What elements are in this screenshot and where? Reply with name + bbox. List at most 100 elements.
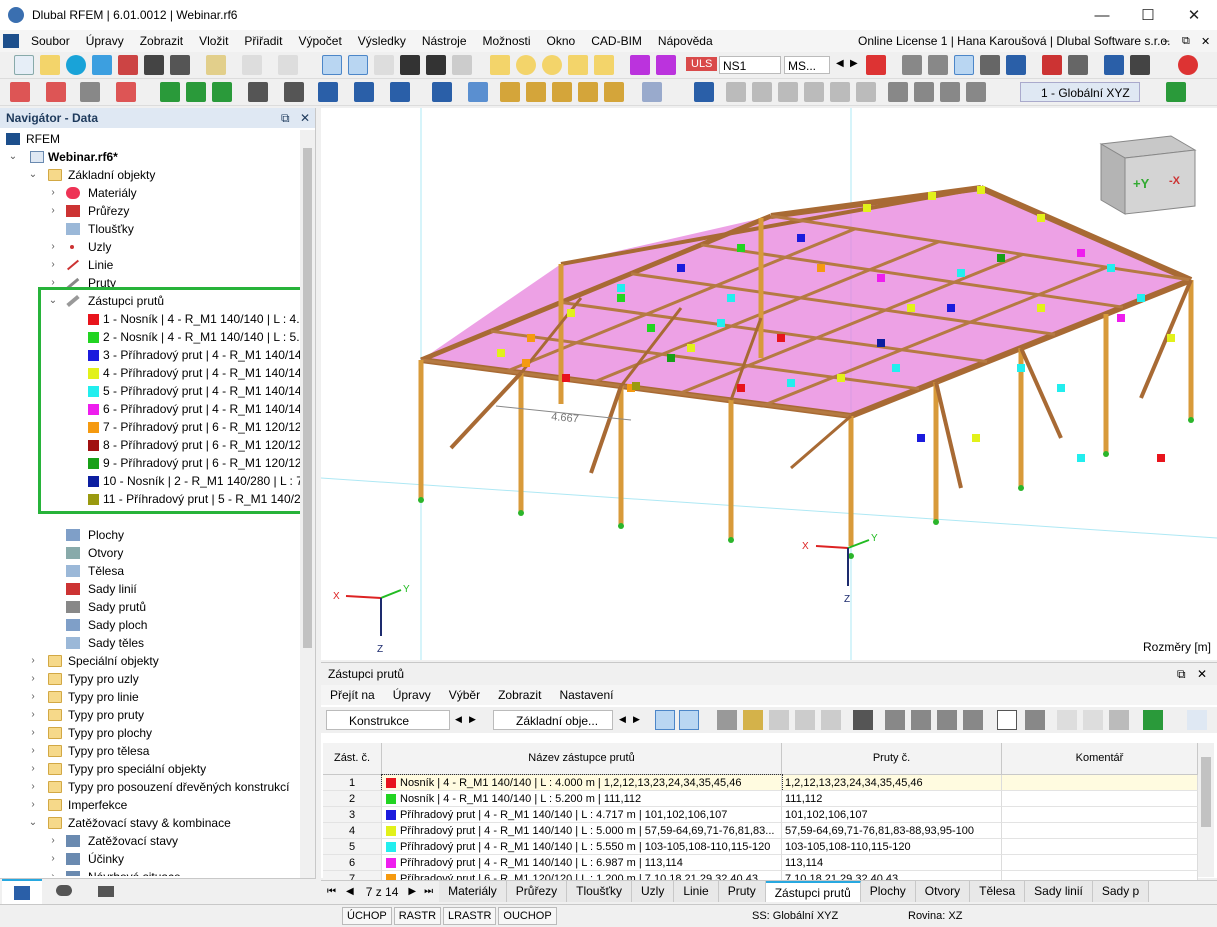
rotate-icon[interactable] bbox=[830, 82, 850, 102]
table-move-icon[interactable] bbox=[821, 710, 841, 730]
view-settings-icon[interactable] bbox=[1166, 82, 1186, 102]
member-marker[interactable] bbox=[777, 334, 785, 342]
comment-cell[interactable] bbox=[1002, 807, 1198, 823]
panel-pin-icon[interactable]: ⧉ bbox=[1177, 667, 1186, 682]
member-marker[interactable] bbox=[1117, 314, 1125, 322]
comment-cell[interactable] bbox=[1002, 839, 1198, 855]
rep-name-cell[interactable]: Příhradový prut | 4 - R_M1 140/140 | L :… bbox=[382, 855, 782, 871]
load-node-icon[interactable] bbox=[318, 82, 338, 102]
navigator-close-icon[interactable]: ✕ bbox=[300, 111, 310, 125]
member-icon[interactable] bbox=[80, 82, 100, 102]
tree-item[interactable]: Otvory bbox=[0, 544, 300, 562]
member-marker[interactable] bbox=[667, 354, 675, 362]
navigator-pin-icon[interactable]: ⧉ bbox=[281, 111, 290, 126]
expand-icon[interactable]: › bbox=[28, 706, 38, 724]
rep-name-cell[interactable]: Příhradový prut | 4 - R_M1 140/140 | L :… bbox=[382, 807, 782, 823]
members-cell[interactable]: 113,114 bbox=[782, 855, 1002, 871]
table-cols-icon[interactable] bbox=[717, 710, 737, 730]
expand-icon[interactable]: › bbox=[48, 832, 58, 850]
delete-icon[interactable] bbox=[853, 710, 873, 730]
menu-vlozit[interactable]: Vložit bbox=[191, 34, 236, 48]
save-icon[interactable] bbox=[144, 55, 164, 75]
member-marker[interactable] bbox=[522, 359, 530, 367]
diag-line-icon[interactable] bbox=[856, 82, 876, 102]
support-marker[interactable] bbox=[518, 510, 524, 516]
tree-folder[interactable]: › Typy pro pruty bbox=[0, 706, 300, 724]
result-solid-icon[interactable] bbox=[604, 82, 624, 102]
distribute-icon[interactable] bbox=[914, 82, 934, 102]
redo-icon[interactable] bbox=[278, 55, 298, 75]
tree-folder[interactable]: › Typy pro tělesa bbox=[0, 742, 300, 760]
loads-icon[interactable] bbox=[630, 55, 650, 75]
table-row[interactable]: 1 Nosník | 4 - R_M1 140/140 | L : 4.000 … bbox=[323, 774, 1198, 792]
menu-priradit[interactable]: Přiřadit bbox=[236, 34, 290, 48]
panel-menu-edit[interactable]: Úpravy bbox=[384, 688, 440, 702]
table-tab[interactable]: Tloušťky bbox=[567, 881, 632, 902]
fx-bold-icon[interactable] bbox=[1109, 710, 1129, 730]
menu-vysledky[interactable]: Výsledky bbox=[350, 34, 414, 48]
table-tab[interactable]: Zástupci prutů bbox=[765, 881, 861, 902]
tree-item[interactable]: Sady linií bbox=[0, 580, 300, 598]
next-page-icon[interactable]: ▶ bbox=[408, 886, 416, 897]
result-surface-icon[interactable] bbox=[578, 82, 598, 102]
support-marker[interactable] bbox=[1188, 417, 1194, 423]
link-icon[interactable] bbox=[885, 710, 905, 730]
decimals-icon[interactable] bbox=[1187, 710, 1207, 730]
list-icon[interactable] bbox=[374, 55, 394, 75]
member-marker[interactable] bbox=[977, 186, 985, 194]
support-marker[interactable] bbox=[618, 523, 624, 529]
table-tab[interactable]: Uzly bbox=[631, 881, 675, 902]
tree-load-item[interactable]: › Účinky bbox=[0, 850, 300, 868]
expand-icon[interactable]: › bbox=[28, 760, 38, 778]
expand-icon[interactable]: › bbox=[28, 778, 38, 796]
expand-icon[interactable]: › bbox=[48, 202, 58, 220]
wave-icon[interactable] bbox=[752, 82, 772, 102]
comment-cell[interactable] bbox=[1002, 855, 1198, 871]
member-marker[interactable] bbox=[928, 192, 936, 200]
numbers-icon[interactable] bbox=[980, 55, 1000, 75]
next-arrow-icon[interactable]: ▶ bbox=[850, 58, 858, 69]
first-page-icon[interactable]: ⏮ bbox=[327, 886, 336, 897]
select-in-view-icon[interactable] bbox=[655, 710, 675, 730]
member-marker[interactable] bbox=[957, 269, 965, 277]
tree-lines[interactable]: › Linie bbox=[0, 256, 300, 274]
member-marker[interactable] bbox=[687, 344, 695, 352]
print-icon[interactable] bbox=[170, 55, 190, 75]
member-marker[interactable] bbox=[1157, 454, 1165, 462]
col-header-no[interactable]: Zást. č. bbox=[323, 743, 382, 775]
mdi-minimize-button[interactable]: – bbox=[1163, 35, 1169, 47]
member-marker[interactable] bbox=[817, 264, 825, 272]
member-marker[interactable] bbox=[972, 434, 980, 442]
member-marker[interactable] bbox=[632, 382, 640, 390]
arrow-icon[interactable] bbox=[963, 710, 983, 730]
member-marker[interactable] bbox=[863, 204, 871, 212]
expand-icon[interactable]: › bbox=[48, 184, 58, 202]
tree-basic-objects[interactable]: ⌄ Základní objekty bbox=[0, 166, 300, 184]
mdi-restore-button[interactable]: ⧉ bbox=[1182, 35, 1190, 48]
result-node-icon[interactable] bbox=[500, 82, 520, 102]
node-icon[interactable] bbox=[10, 82, 30, 102]
member-marker[interactable] bbox=[527, 334, 535, 342]
menu-zobrazit[interactable]: Zobrazit bbox=[132, 34, 191, 48]
members-cell[interactable]: 111,112 bbox=[782, 791, 1002, 807]
members-cell[interactable]: 57,59-64,69,71-76,81,83-88,93,95-100 bbox=[782, 823, 1002, 839]
tree-materials[interactable]: › Materiály bbox=[0, 184, 300, 202]
clipboard-icon[interactable] bbox=[206, 55, 226, 75]
load-surface-icon[interactable] bbox=[390, 82, 410, 102]
cloud-icon[interactable] bbox=[66, 55, 86, 75]
result-line-icon[interactable] bbox=[526, 82, 546, 102]
table-view-icon[interactable] bbox=[322, 55, 342, 75]
tree-item[interactable]: Sady prutů bbox=[0, 598, 300, 616]
dim-x-icon[interactable] bbox=[248, 82, 268, 102]
tree-folder[interactable]: › Typy pro speciální objekty bbox=[0, 760, 300, 778]
dim-xx-icon[interactable] bbox=[284, 82, 304, 102]
support-marker[interactable] bbox=[933, 519, 939, 525]
grid-icon[interactable] bbox=[1130, 55, 1150, 75]
3d-viewport[interactable]: 4.667 X Y Z X Y Z +Y -X Rozměry [m] bbox=[320, 108, 1217, 660]
tree-thicknesses[interactable]: Tloušťky bbox=[0, 220, 300, 238]
col-header-comment[interactable]: Komentář bbox=[1002, 743, 1198, 775]
rep-name-cell[interactable]: Příhradový prut | 4 - R_M1 140/140 | L :… bbox=[382, 823, 782, 839]
table-scrollbar[interactable] bbox=[1198, 743, 1214, 877]
sparkle-icon[interactable] bbox=[642, 82, 662, 102]
status-osnap[interactable]: OUCHOP bbox=[498, 907, 557, 925]
